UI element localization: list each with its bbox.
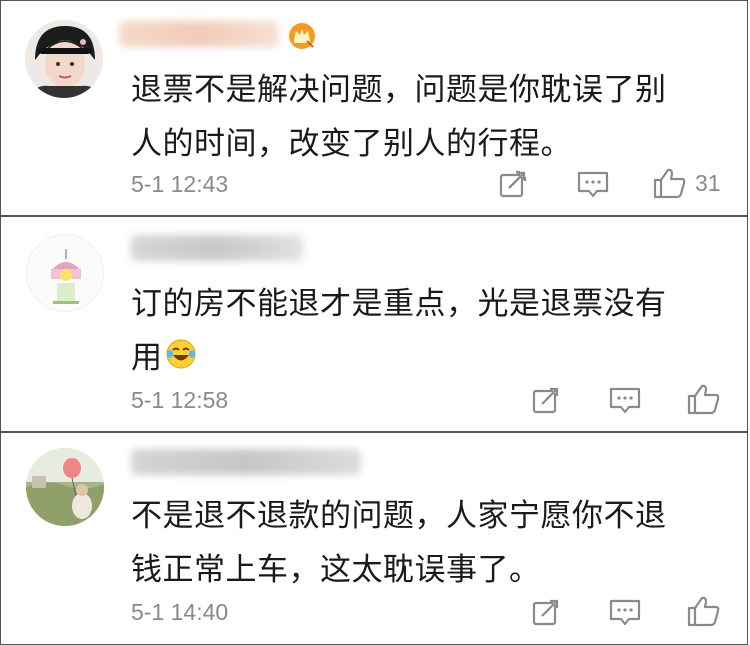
comment-text-line: 不是退不退款的问题，人家宁愿你不退 <box>131 498 667 534</box>
username[interactable] <box>131 449 361 475</box>
comment-text-line: 人的时间，改变了别人的行程。 <box>131 126 572 162</box>
reply-button[interactable] <box>609 599 641 627</box>
username[interactable] <box>119 21 279 47</box>
comment-text-line: 用 <box>131 331 667 387</box>
like-count: 31 <box>695 169 721 196</box>
comment-icon <box>609 387 641 414</box>
comment-text-line-part: 用 <box>131 340 163 376</box>
comment-card: 不是退不退款的问题，人家宁愿你不退 钱正常上车，这太耽误事了。 5-1 14:4… <box>0 432 748 645</box>
username[interactable] <box>131 235 303 261</box>
comment-time: 5-1 14:40 <box>131 599 229 625</box>
avatar[interactable] <box>26 448 104 526</box>
comment-text-line: 退票不是解决问题，问题是你耽误了别 <box>131 72 667 108</box>
avatar[interactable] <box>25 20 103 98</box>
share-icon <box>532 385 561 414</box>
comment-icon <box>609 599 641 626</box>
avatar-image <box>27 235 103 311</box>
comment-text: 订的房不能退才是重点，光是退票没有 用 <box>131 277 667 387</box>
like-button[interactable] <box>687 595 721 627</box>
comment-card: 订的房不能退才是重点，光是退票没有 用 5-1 12:58 <box>0 216 748 432</box>
comment-text: 不是退不退款的问题，人家宁愿你不退 钱正常上车，这太耽误事了。 <box>131 489 667 597</box>
thumbs-up-icon <box>687 384 720 415</box>
avatar-image <box>25 20 103 98</box>
share-button[interactable] <box>531 385 561 415</box>
reply-button[interactable] <box>609 387 641 415</box>
thumbs-up-icon <box>653 168 686 199</box>
comment-text: 退票不是解决问题，问题是你耽误了别 人的时间，改变了别人的行程。 <box>131 63 667 171</box>
share-button[interactable] <box>531 597 561 627</box>
comment-text-line: 钱正常上车，这太耽误事了。 <box>131 552 541 588</box>
comment-icon <box>577 171 609 198</box>
laughing-crying-emoji <box>165 333 197 387</box>
comment-card: 退票不是解决问题，问题是你耽误了别 人的时间，改变了别人的行程。 5-1 12:… <box>0 0 748 216</box>
comment-time: 5-1 12:58 <box>131 387 229 413</box>
share-icon <box>532 597 561 626</box>
share-icon <box>499 169 528 198</box>
comment-time: 5-1 12:43 <box>131 171 229 197</box>
like-button[interactable] <box>687 383 721 415</box>
crown-badge-icon <box>287 21 317 51</box>
comment-text-line: 订的房不能退才是重点，光是退票没有 <box>131 286 667 322</box>
avatar-image <box>26 448 104 526</box>
thumbs-up-icon <box>687 596 720 627</box>
reply-button[interactable] <box>577 171 609 199</box>
avatar[interactable] <box>26 234 104 312</box>
share-button[interactable] <box>498 169 528 199</box>
like-button[interactable]: 31 <box>653 167 721 199</box>
